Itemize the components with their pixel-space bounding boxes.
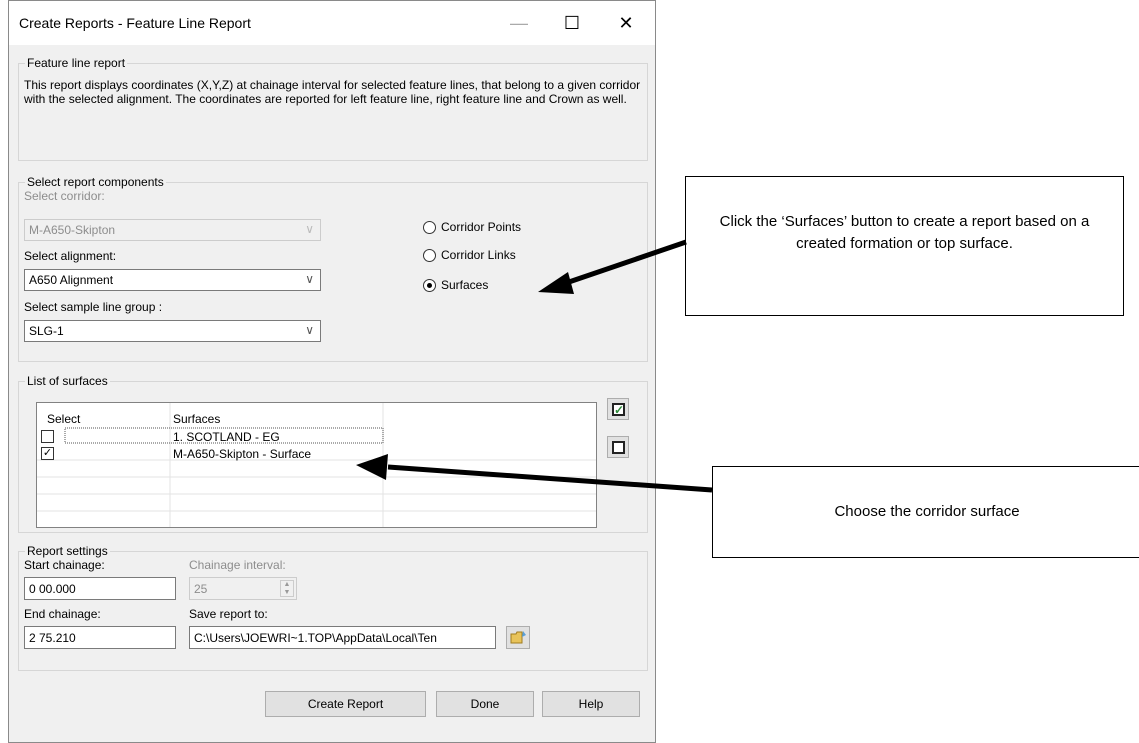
surfaces-arrow-line <box>565 239 687 286</box>
surfaces-arrow-head <box>538 272 574 294</box>
corridor-arrow-head <box>356 454 388 480</box>
callout-arrows <box>356 239 713 493</box>
corridor-arrow-line <box>387 464 713 493</box>
